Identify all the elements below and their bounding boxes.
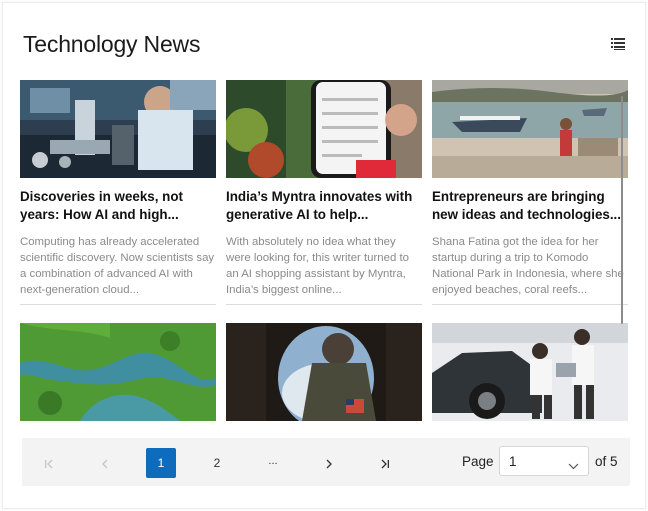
page-select-dropdown[interactable]: 1 <box>499 446 589 476</box>
pilot-in-cockpit-photo[interactable] <box>226 323 422 421</box>
article-summary: Shana Fatina got the idea for her startu… <box>432 236 624 296</box>
article-summary: With absolutely no idea what they were l… <box>226 236 409 296</box>
card-divider <box>20 304 216 305</box>
page-button-1[interactable]: 1 <box>146 448 176 478</box>
list-view-icon[interactable] <box>611 37 625 51</box>
card-divider <box>226 304 422 305</box>
scrollbar[interactable] <box>621 96 623 324</box>
next-page-icon[interactable] <box>314 448 344 478</box>
river-delta-aerial-photo[interactable] <box>20 323 216 421</box>
card-divider <box>432 304 628 305</box>
article-headline[interactable]: India’s Myntra innovates with generative… <box>226 188 422 224</box>
article-card[interactable] <box>226 323 422 421</box>
total-pages-label: of 5 <box>595 454 618 469</box>
page-label: Page <box>462 454 494 469</box>
article-summary: Computing has already accelerated scient… <box>20 236 215 296</box>
page-title: Technology News <box>23 31 201 57</box>
article-card[interactable]: Entrepreneurs are bringing new ideas and… <box>432 80 628 305</box>
article-card[interactable] <box>432 323 628 421</box>
page-ellipsis-button[interactable]: ... <box>258 448 288 478</box>
article-card[interactable] <box>20 323 216 421</box>
panel-header: Technology News <box>23 31 625 61</box>
previous-page-icon[interactable] <box>90 448 120 478</box>
article-headline[interactable]: Discoveries in weeks, not years: How AI … <box>20 188 216 224</box>
smartphone-in-hand-photo[interactable] <box>226 80 422 178</box>
article-card[interactable]: Discoveries in weeks, not years: How AI … <box>20 80 216 305</box>
last-page-icon[interactable] <box>370 448 400 478</box>
first-page-icon[interactable] <box>34 448 64 478</box>
chevron-down-icon <box>568 457 579 475</box>
pagination-bar: 1 2 ... Page 1 of 5 <box>22 438 630 486</box>
page-select-value: 1 <box>509 454 517 469</box>
scientist-lab-photo[interactable] <box>20 80 216 178</box>
car-showroom-photo[interactable] <box>432 323 628 421</box>
article-headline[interactable]: Entrepreneurs are bringing new ideas and… <box>432 188 628 224</box>
article-card[interactable]: India’s Myntra innovates with generative… <box>226 80 422 305</box>
page-button-2[interactable]: 2 <box>202 448 232 478</box>
boat-on-beach-photo[interactable] <box>432 80 628 178</box>
